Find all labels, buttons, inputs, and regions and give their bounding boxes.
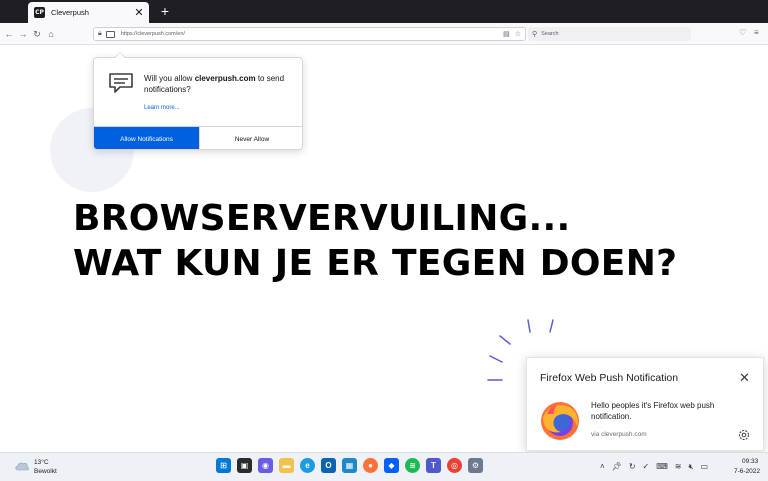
weather-description[interactable]: Bewolkt (34, 468, 57, 475)
pin-icon[interactable]: 📌︎ (612, 462, 622, 472)
cloud-icon (15, 462, 29, 471)
accent-ray (549, 319, 554, 333)
forward-icon[interactable]: → (17, 27, 29, 41)
edge-icon[interactable]: e (300, 458, 315, 473)
search-placeholder: Search (541, 31, 559, 37)
popup-arrow-fill (115, 53, 125, 58)
back-icon[interactable]: ← (3, 27, 15, 41)
accent-ray (527, 319, 531, 333)
pocket-icon[interactable]: ♡ (739, 28, 746, 37)
start-icon[interactable]: ⊞ (216, 458, 231, 473)
push-notification[interactable]: Firefox Web Push Notification ✕ Hello pe… (526, 357, 764, 451)
firefox-icon[interactable]: ● (363, 458, 378, 473)
headline: BROWSERVERVUILING... WAT KUN JE ER TEGEN… (73, 196, 677, 286)
lock-icon[interactable]: 🔒︎ (98, 30, 102, 38)
tab-strip: CP Cleverpush ✕ + (0, 0, 768, 23)
plus-icon[interactable]: + (158, 4, 172, 18)
home-icon[interactable]: ⌂ (45, 27, 57, 41)
reload-icon[interactable]: ↻ (31, 27, 43, 41)
task-view-icon[interactable]: ▣ (237, 458, 252, 473)
close-icon[interactable]: ✕ (739, 371, 750, 384)
wifi-icon[interactable]: ≋ (675, 462, 682, 472)
bookmark-star-icon[interactable]: ☆ (515, 30, 521, 38)
search-icon: ⚲ (532, 31, 538, 38)
url-text[interactable]: https://cleverpush.com/en/ (121, 31, 498, 37)
never-allow-button[interactable]: Never Allow (199, 127, 302, 149)
tab-title: Cleverpush (51, 8, 89, 17)
outlook-icon[interactable]: O (321, 458, 336, 473)
clock-date[interactable]: 7-6-2022 (734, 468, 760, 475)
firefox-logo-icon (541, 402, 579, 440)
notification-permission-icon[interactable] (105, 30, 115, 38)
weather-temperature[interactable]: 13°C (34, 459, 49, 466)
popup-buttons: Allow Notifications Never Allow (94, 126, 302, 149)
speaker-muted-icon[interactable]: 🔇︎ (688, 462, 693, 472)
close-icon[interactable]: ✕ (132, 6, 146, 20)
search-bar[interactable]: ⚲ Search (528, 27, 691, 41)
battery-icon[interactable]: ▭ (701, 462, 709, 472)
store-icon[interactable]: ▦ (342, 458, 357, 473)
notification-body: Hello peoples it's Firefox web push noti… (591, 401, 715, 421)
menu-icon[interactable]: ≡ (754, 28, 759, 37)
notification-source: via cleverpush.com (591, 431, 647, 438)
url-bar[interactable]: 🔒︎ https://cleverpush.com/en/ ▤ ☆ (93, 27, 526, 41)
chrome-icon[interactable]: ◎ (447, 458, 462, 473)
teams-icon[interactable]: T (426, 458, 441, 473)
headline-line-1: BROWSERVERVUILING... (73, 198, 571, 239)
accent-ray (489, 355, 503, 363)
gear-icon[interactable] (737, 428, 751, 442)
clock-time[interactable]: 09:33 (742, 458, 758, 465)
navigation-toolbar: ← → ↻ ⌂ 🔒︎ https://cleverpush.com/en/ ▤ … (0, 23, 768, 45)
check-icon[interactable]: ✓ (643, 462, 650, 472)
reader-view-icon[interactable]: ▤ (503, 30, 510, 38)
refresh-icon[interactable]: ↻ (629, 462, 636, 472)
notification-permission-popup: Will you allow cleverpush.com to send no… (93, 57, 303, 150)
learn-more-link[interactable]: Learn more... (144, 105, 180, 111)
accent-ray (499, 335, 511, 345)
chevron-up-icon[interactable]: ˄ (600, 462, 605, 472)
browser-tab[interactable]: CP Cleverpush ✕ (28, 2, 149, 23)
settings-icon[interactable]: ⚙ (468, 458, 483, 473)
chat-bubble-icon (109, 73, 133, 93)
allow-notifications-button[interactable]: Allow Notifications (94, 127, 199, 149)
spotify-icon[interactable]: ≋ (405, 458, 420, 473)
notification-title: Firefox Web Push Notification (540, 372, 679, 384)
file-explorer-icon[interactable]: ▬ (279, 458, 294, 473)
dropbox-icon[interactable]: ◆ (384, 458, 399, 473)
question-prefix: Will you allow (144, 74, 195, 83)
system-tray: ˄ 📌︎ ↻ ✓ ⌨ ≋ 🔇︎ ▭ (600, 462, 708, 472)
windows-taskbar: 13°C Bewolkt ⊞ ▣ ◉ ▬ e O ▦ ● ◆ ≋ T ◎ ⚙ ˄… (0, 452, 768, 481)
permission-question: Will you allow cleverpush.com to send no… (144, 73, 294, 95)
chat-icon[interactable]: ◉ (258, 458, 273, 473)
cleverpush-favicon: CP (34, 7, 45, 18)
headline-line-2: WAT KUN JE ER TEGEN DOEN? (73, 243, 678, 284)
keyboard-icon[interactable]: ⌨ (656, 462, 668, 472)
question-domain: cleverpush.com (194, 74, 256, 83)
taskbar-apps: ⊞ ▣ ◉ ▬ e O ▦ ● ◆ ≋ T ◎ ⚙ (216, 458, 483, 473)
